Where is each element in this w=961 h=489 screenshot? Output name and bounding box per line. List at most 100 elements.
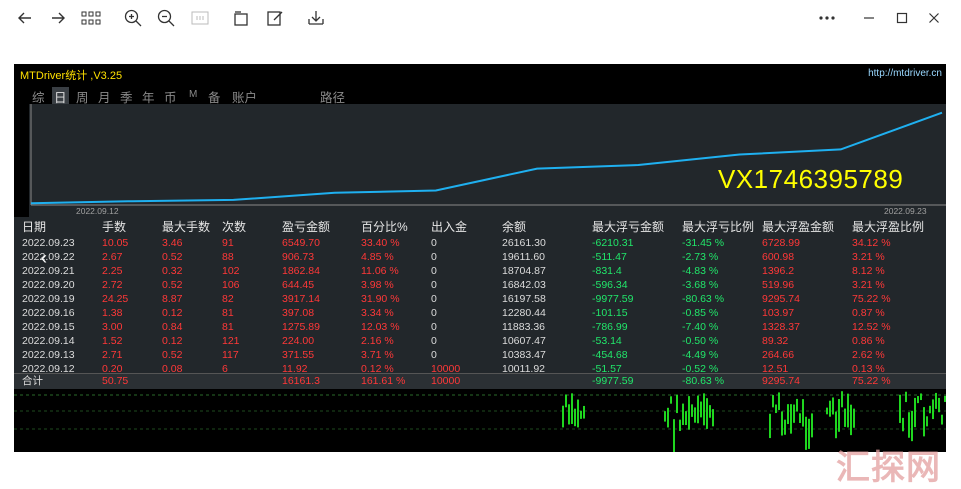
cell-percent: 3.98 %: [361, 279, 394, 291]
website-link[interactable]: http://mtdriver.cn: [868, 68, 942, 79]
cell-pnl: 1275.89: [282, 321, 320, 333]
cell-max-float-profit: 6728.99: [762, 237, 800, 249]
back-arrow-icon[interactable]: [13, 6, 37, 30]
zoom-in-icon[interactable]: [121, 6, 145, 30]
cell-max-float-profit-ratio: 12.52 %: [852, 321, 891, 333]
cell-balance: 18704.87: [502, 265, 546, 277]
edit-icon[interactable]: [263, 6, 287, 30]
cell-pnl: 371.55: [282, 349, 315, 361]
cell-count: 81: [222, 307, 234, 319]
equity-chart-svg: [30, 104, 946, 206]
table-row: 2022.09.23 10.05 3.46 91 6549.70 33.40 % 0 2616…: [14, 236, 946, 251]
minimize-icon[interactable]: [857, 6, 881, 30]
total-percent: 161.61 %: [361, 375, 406, 387]
cell-deposit: 0: [431, 265, 437, 277]
cell-max-float-loss: -511.47: [592, 251, 627, 263]
cell-pnl: 1862.84: [282, 265, 320, 277]
site-watermark: 汇探网: [836, 449, 941, 487]
cell-count: 121: [222, 335, 240, 347]
total-label: 合计: [22, 375, 43, 387]
rotate-icon[interactable]: [229, 6, 253, 30]
total-lots: 50.75: [102, 375, 129, 387]
table-row: 2022.09.13 2.71 0.52 117 371.55 3.71 % 0 10383.…: [14, 348, 946, 363]
cell-percent: 3.34 %: [361, 307, 394, 319]
cell-pnl: 6549.70: [282, 237, 320, 249]
cell-deposit: 0: [431, 321, 437, 333]
panel-title-bar: MTDriver统计 ,V3.25 http://mtdriver.cn: [14, 64, 946, 84]
cell-deposit: 0: [431, 237, 437, 249]
chart-end-date: 2022.09.23: [884, 206, 927, 216]
cell-max-float-profit: 1396.2: [762, 265, 795, 277]
cell-max-float-loss-ratio: -0.50 %: [682, 335, 719, 347]
cell-max-float-profit: 264.66: [762, 349, 795, 361]
fit-icon[interactable]: [188, 6, 212, 30]
cell-date: 2022.09.23: [22, 237, 75, 249]
cell-max-float-profit-ratio: 3.21 %: [852, 279, 885, 291]
table-row: 2022.09.19 24.25 8.87 82 3917.14 31.90 % 0 1619…: [14, 292, 946, 307]
table-row: 2022.09.21 2.25 0.32 102 1862.84 11.06 % 0 1870…: [14, 264, 946, 279]
cell-max-lots: 0.12: [162, 335, 183, 347]
prev-image-chevron-icon[interactable]: ‹: [41, 248, 47, 269]
total-deposit: 10000: [431, 375, 461, 387]
cell-percent: 12.03 %: [361, 321, 400, 333]
cell-max-float-profit-ratio: 34.12 %: [852, 237, 891, 249]
header-percent: 百分比%: [361, 220, 408, 234]
zoom-out-icon[interactable]: [154, 6, 178, 30]
download-icon[interactable]: [304, 6, 328, 30]
header-max-float-profit-ratio: 最大浮盈比例: [852, 220, 925, 234]
cell-max-float-loss-ratio: -0.85 %: [682, 307, 719, 319]
cell-count: 88: [222, 251, 234, 263]
cell-max-float-loss-ratio: -80.63 %: [682, 293, 725, 305]
cell-max-float-profit-ratio: 3.21 %: [852, 251, 885, 263]
header-max-float-profit: 最大浮盈金额: [762, 220, 835, 234]
panel-title: MTDriver统计 ,V3.25: [20, 70, 123, 82]
table-row: 2022.09.22 2.67 0.52 88 906.73 4.85 % 0 19611.6…: [14, 250, 946, 265]
cell-max-float-profit: 103.97: [762, 307, 795, 319]
maximize-icon[interactable]: [890, 6, 914, 30]
cell-max-float-loss: -101.15: [592, 307, 628, 319]
cell-max-float-profit: 600.98: [762, 251, 795, 263]
cell-max-float-loss: -786.99: [592, 321, 628, 333]
equity-chart: [29, 104, 946, 217]
cell-pnl: 397.08: [282, 307, 315, 319]
close-icon[interactable]: [922, 6, 946, 30]
tab-m[interactable]: M: [189, 89, 197, 100]
cell-date: 2022.09.22: [22, 251, 75, 263]
header-date: 日期: [22, 220, 47, 234]
cell-percent: 3.71 %: [361, 349, 394, 361]
cell-count: 102: [222, 265, 240, 277]
table-row: 2022.09.20 2.72 0.52 106 644.45 3.98 % 0 16842.…: [14, 278, 946, 293]
cell-deposit: 0: [431, 251, 437, 263]
cell-max-float-profit: 1328.37: [762, 321, 800, 333]
viewer-toolbar: [0, 0, 961, 36]
cell-date: 2022.09.15: [22, 321, 75, 333]
cell-date: 2022.09.21: [22, 265, 75, 277]
cell-max-float-profit-ratio: 0.87 %: [852, 307, 885, 319]
market-candles-svg: [14, 391, 946, 452]
grid-icon[interactable]: [79, 6, 103, 30]
cell-balance: 10383.47: [502, 349, 546, 361]
cell-max-float-loss: -831.4: [592, 265, 622, 277]
cell-percent: 33.40 %: [361, 237, 400, 249]
more-icon[interactable]: [815, 6, 839, 30]
cell-max-float-profit-ratio: 75.22 %: [852, 293, 891, 305]
cell-count: 81: [222, 321, 234, 333]
header-count: 次数: [222, 220, 247, 234]
cell-date: 2022.09.13: [22, 349, 75, 361]
overlay-contact-text: VX1746395789: [718, 164, 904, 194]
cell-lots: 3.00: [102, 321, 123, 333]
cell-balance: 12280.44: [502, 307, 546, 319]
forward-arrow-icon[interactable]: [46, 6, 70, 30]
cell-lots: 2.67: [102, 251, 123, 263]
header-max-float-loss: 最大浮亏金额: [592, 220, 665, 234]
header-balance: 余额: [502, 220, 527, 234]
cell-lots: 1.38: [102, 307, 123, 319]
market-candles-strip: [14, 389, 946, 452]
cell-max-float-profit-ratio: 2.62 %: [852, 349, 885, 361]
cell-count: 82: [222, 293, 234, 305]
header-deposit: 出入金: [431, 220, 468, 234]
cell-balance: 16842.03: [502, 279, 546, 291]
cell-max-lots: 0.84: [162, 321, 183, 333]
cell-lots: 10.05: [102, 237, 129, 249]
cell-lots: 2.71: [102, 349, 123, 361]
